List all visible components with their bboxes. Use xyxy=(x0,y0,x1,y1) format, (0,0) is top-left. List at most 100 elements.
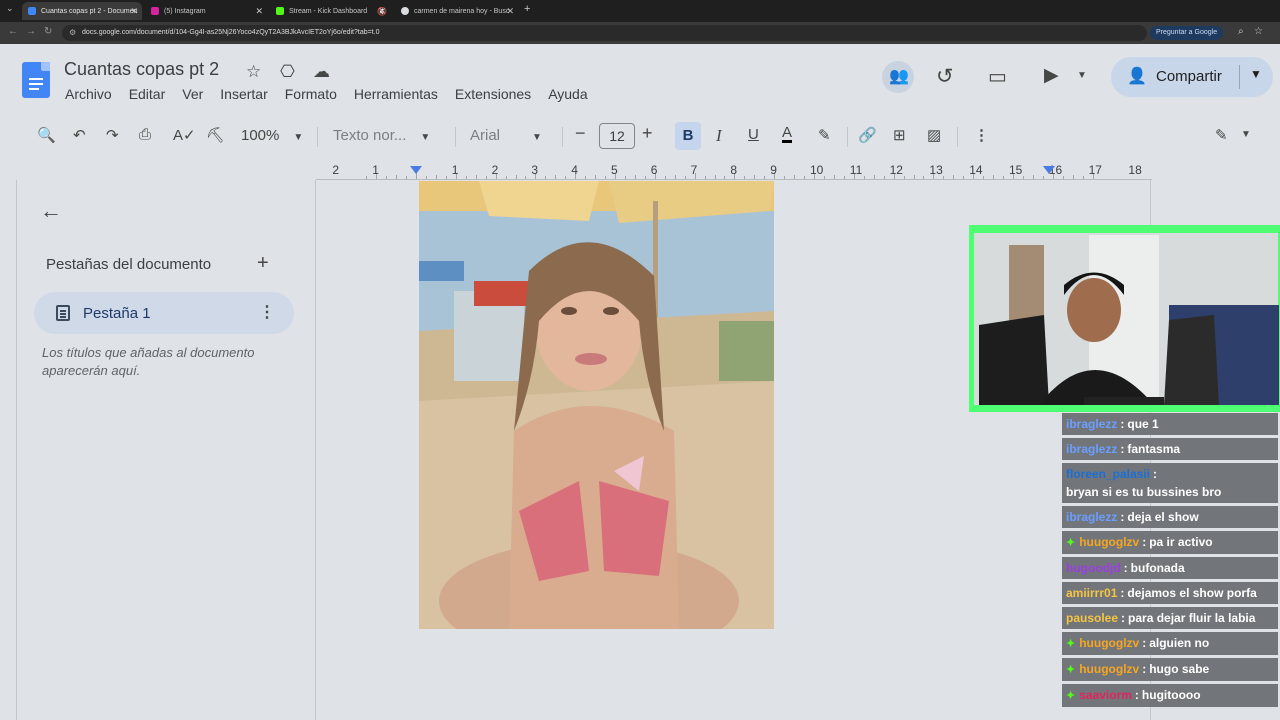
close-icon[interactable]: ✕ xyxy=(130,6,138,17)
underline-button[interactable]: U xyxy=(748,126,759,143)
forward-icon[interactable]: → xyxy=(26,26,36,37)
new-tab-icon[interactable]: + xyxy=(524,3,530,15)
undo-icon[interactable]: ↶ xyxy=(73,126,86,144)
share-button[interactable]: 👤 Compartir ▼ xyxy=(1111,57,1273,97)
zoom-select[interactable]: 100% ▼ xyxy=(241,127,303,144)
ruler-tick xyxy=(1062,176,1064,179)
ruler-label: 10 xyxy=(810,163,824,177)
ruler-tick xyxy=(565,176,567,179)
add-tab-icon[interactable]: + xyxy=(257,252,269,275)
browser-tab-search[interactable]: carmen de mairena hoy - Busc ✕ xyxy=(395,2,518,20)
text-color-button[interactable]: A xyxy=(782,125,793,143)
back-arrow-icon[interactable]: ← xyxy=(40,198,62,224)
chevron-down-icon[interactable]: ▼ xyxy=(1077,70,1087,81)
tab-search-icon[interactable]: ⌄ xyxy=(6,3,14,14)
ruler-tick xyxy=(983,176,985,179)
chat-message: floreen_palasii: bryan si es tu bussines … xyxy=(1062,463,1278,503)
ruler-tick xyxy=(634,175,636,179)
close-icon[interactable]: ✕ xyxy=(506,6,514,17)
chat-username[interactable]: ibraglezz xyxy=(1066,415,1117,433)
version-history-icon[interactable]: ↺ xyxy=(936,64,954,89)
url-field[interactable]: ⚙ docs.google.com/document/d/104-Gg4I-as… xyxy=(62,25,1147,41)
font-select[interactable]: Arial ▼ xyxy=(470,127,542,144)
zoom-value: 100% xyxy=(241,127,280,144)
more-options-icon[interactable]: ⋮ xyxy=(974,126,989,144)
zoom-icon[interactable]: ⌕ xyxy=(1238,26,1244,37)
chat-message: amiirrr01: dejamos el show porfa xyxy=(1062,582,1278,604)
star-icon[interactable]: ☆ xyxy=(246,62,261,82)
chat-username[interactable]: huugoglzv xyxy=(1079,660,1139,678)
meet-icon[interactable]: ▶ xyxy=(1044,64,1059,87)
highlight-icon[interactable]: ✎ xyxy=(818,126,831,144)
bold-button[interactable]: B xyxy=(675,122,701,150)
ruler-label: 14 xyxy=(969,163,983,177)
italic-button[interactable]: I xyxy=(716,126,722,146)
site-info-icon[interactable]: ⚙ xyxy=(69,25,76,41)
ask-google-button[interactable]: Preguntar a Google xyxy=(1150,26,1224,40)
menu-ver[interactable]: Ver xyxy=(182,86,203,102)
chat-text: hugo sabe xyxy=(1149,662,1210,676)
menu-archivo[interactable]: Archivo xyxy=(65,86,112,102)
ruler-tick xyxy=(595,175,597,179)
print-icon[interactable]: ⎙ xyxy=(139,126,151,143)
chat-username[interactable]: huugoglzv xyxy=(1079,533,1139,551)
ruler-label: 5 xyxy=(611,163,618,177)
search-icon[interactable]: 🔍 xyxy=(37,126,56,144)
font-size-input[interactable]: 12 xyxy=(599,123,635,149)
font-value: Arial xyxy=(470,127,501,144)
document-tab-1[interactable]: Pestaña 1 ⋮ xyxy=(34,292,294,334)
document-title[interactable]: Cuantas copas pt 2 xyxy=(64,59,219,80)
ruler-tick xyxy=(406,176,408,179)
chevron-down-icon[interactable]: ▼ xyxy=(1250,67,1262,81)
chat-separator: : xyxy=(1121,611,1126,625)
decrease-font-size-button[interactable]: − xyxy=(575,123,586,144)
menu-ayuda[interactable]: Ayuda xyxy=(548,86,587,102)
browser-tab-docs[interactable]: Cuantas copas pt 2 - Documen ✕ xyxy=(22,2,142,20)
chevron-down-icon[interactable]: ▼ xyxy=(1241,129,1251,140)
chat-username[interactable]: hugoodjd xyxy=(1066,559,1121,577)
chat-username[interactable]: amiirrr01 xyxy=(1066,584,1117,602)
chat-username[interactable]: ibraglezz xyxy=(1066,508,1117,526)
comments-icon[interactable]: ▭ xyxy=(988,64,1007,89)
browser-tab-kick[interactable]: Stream - Kick Dashboard 🔇 ✕ xyxy=(270,2,390,20)
share-divider xyxy=(1239,65,1240,89)
menu-herramientas[interactable]: Herramientas xyxy=(354,86,438,102)
spellcheck-icon[interactable]: A✓ xyxy=(173,126,196,144)
link-icon[interactable]: 🔗 xyxy=(858,126,877,144)
ruler-tick xyxy=(545,176,547,179)
right-indent-marker[interactable] xyxy=(1043,166,1055,174)
menu-formato[interactable]: Formato xyxy=(285,86,337,102)
left-indent-marker[interactable] xyxy=(410,166,422,174)
more-options-icon[interactable]: ⋮ xyxy=(259,302,275,322)
menu-extensiones[interactable]: Extensiones xyxy=(455,86,531,102)
redo-icon[interactable]: ↷ xyxy=(106,126,119,144)
inserted-photo[interactable] xyxy=(419,181,774,629)
paragraph-style-select[interactable]: Texto nor... ▼ xyxy=(333,127,430,144)
cloud-saved-icon[interactable]: ☁ xyxy=(313,62,330,82)
chat-username[interactable]: saaviorm xyxy=(1079,686,1132,704)
docs-logo-icon[interactable] xyxy=(22,62,50,98)
close-icon[interactable]: ✕ xyxy=(255,6,263,17)
ruler-tick xyxy=(804,176,806,179)
increase-font-size-button[interactable]: + xyxy=(642,123,653,144)
move-to-drive-icon[interactable]: ⎔ xyxy=(280,62,295,82)
close-icon[interactable]: ✕ xyxy=(378,6,386,17)
menu-editar[interactable]: Editar xyxy=(129,86,166,102)
paint-format-icon[interactable]: ⛏ xyxy=(206,126,225,144)
ruler-tick xyxy=(425,176,427,179)
chat-username[interactable]: ibraglezz xyxy=(1066,440,1117,458)
chat-text: alguien no xyxy=(1149,636,1210,650)
add-comment-icon[interactable]: ⊞ xyxy=(893,126,906,144)
bookmark-star-icon[interactable]: ☆ xyxy=(1254,26,1263,37)
browser-tab-instagram[interactable]: (5) Instagram ✕ xyxy=(145,2,267,20)
insert-image-icon[interactable]: ▨ xyxy=(927,126,941,144)
menu-insertar[interactable]: Insertar xyxy=(220,86,267,102)
reload-icon[interactable]: ↻ xyxy=(44,26,52,37)
back-icon[interactable]: ← xyxy=(8,26,18,37)
chat-username[interactable]: huugoglzv xyxy=(1079,634,1139,652)
editing-mode-icon[interactable]: ✎ xyxy=(1215,126,1228,144)
chat-username[interactable]: pausolee xyxy=(1066,609,1118,627)
ruler-tick xyxy=(515,175,517,179)
chat-username[interactable]: floreen_palasii xyxy=(1066,465,1150,483)
chat-text: para dejar fluir la labia xyxy=(1128,611,1256,625)
